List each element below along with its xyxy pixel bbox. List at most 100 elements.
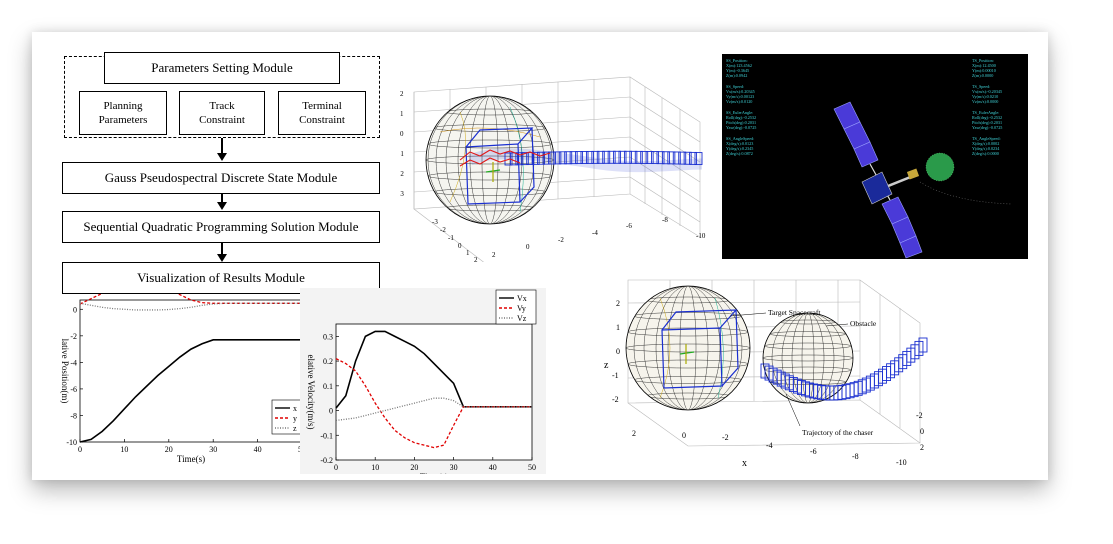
xtick-m6: -6: [626, 222, 632, 230]
x-tick-label: 40: [254, 445, 262, 454]
terminal-constraint-label-line1: Terminal: [302, 99, 342, 112]
y-tick-label: -4: [70, 358, 77, 367]
ztick-m3: -3: [400, 190, 404, 198]
ftick-2: 2: [474, 256, 478, 262]
arrow-3-head: [217, 254, 227, 262]
chaser-trajectory-tube: [467, 148, 703, 173]
x-axis-label: Time(s): [177, 454, 205, 464]
y-tick-label: 0: [329, 407, 333, 416]
zb-tick-m2: -2: [612, 395, 619, 404]
y-tick-label: -2: [70, 332, 77, 341]
ftick-m2: -2: [440, 226, 446, 234]
obstacle-sphere: [763, 313, 853, 403]
relative-velocity-chart: 0 10 20 30 40 50 0.3 0.2 0.1 0 -0.1 -0.2 Time(s) elat…: [300, 288, 546, 474]
gauss-pseudospectral-module-label: Gauss Pseudospectral Discrete State Modu…: [104, 169, 338, 185]
ztick-1: 1: [400, 110, 404, 118]
xb-tick-2: 2: [632, 429, 636, 438]
x-tick-label: 10: [371, 463, 379, 472]
arrow-1-line: [221, 138, 223, 154]
trajectory-3d-plot-top: 2 1 0 -1 -2 -3 -3 -2 -1 0 1 2 2 0 -2 -4 …: [400, 76, 706, 262]
ftick-1: 1: [466, 249, 470, 257]
y-axis-label: lative Position(m): [60, 339, 70, 404]
xtick-m8: -8: [662, 216, 668, 224]
zb-tick-1: 1: [616, 323, 620, 332]
relative-position-chart: 010203040500-2-4-6-8-10Time(s)lative Pos…: [56, 294, 306, 472]
track-constraint-label-line2: Constraint: [199, 114, 245, 126]
y-tick-label: -10: [66, 438, 77, 447]
figure-panel: Parameters Setting Module Planning Param…: [32, 32, 1048, 480]
gauss-pseudospectral-module-box: Gauss Pseudospectral Discrete State Modu…: [62, 162, 380, 194]
yb-tick-2: 2: [920, 443, 924, 452]
ztick-0: 0: [400, 130, 404, 138]
xb-tick-m6: -6: [810, 447, 817, 456]
hud-line: Z(m):0.0000: [972, 73, 993, 78]
zb-tick-2: 2: [616, 299, 620, 308]
trajectory-label: Trajectory of the chaser: [802, 428, 874, 437]
xtick-m10: -10: [696, 232, 706, 240]
xb-tick-m10: -10: [896, 458, 907, 467]
parameters-setting-module-label: Parameters Setting Module: [151, 59, 293, 75]
y-tick-label: -6: [70, 385, 77, 394]
hud-line: Yaw(deg):-0.0725: [726, 125, 756, 130]
x-tick-label: 10: [120, 445, 128, 454]
parameters-setting-module-box: Parameters Setting Module: [104, 52, 340, 84]
obstacle-label: Obstacle: [850, 319, 877, 328]
y-tick-label: 0.2: [323, 357, 333, 366]
hud-line: Yaw(deg):-0.0725: [972, 125, 1002, 130]
x-axis-label: x: [742, 458, 747, 469]
legend-label-Vz: Vz: [517, 314, 527, 323]
xb-tick-m8: -8: [852, 452, 859, 461]
x-tick-label: 0: [78, 445, 82, 454]
planning-parameters-label-line1: Planning: [103, 99, 143, 112]
ftick-m1: -1: [448, 234, 454, 242]
arrow-1-head: [217, 153, 227, 161]
xtick-m4: -4: [592, 229, 598, 237]
legend-label-Vx: Vx: [517, 294, 527, 303]
x-tick-label: 50: [528, 463, 536, 472]
x-tick-label: 30: [209, 445, 217, 454]
hud-line: Z(deg/s):0.0000: [972, 151, 999, 156]
xtick-0: 0: [526, 243, 530, 251]
hud-line: Vz(m/s):0.0000: [972, 99, 998, 104]
sqp-solution-module-label: Sequential Quadratic Programming Solutio…: [83, 218, 359, 234]
xb-tick-m2: -2: [722, 433, 729, 442]
xb-tick-0: 0: [682, 431, 686, 440]
y-tick-label: -0.2: [320, 456, 333, 465]
xtick-2: 2: [492, 251, 496, 259]
terminal-constraint-box: Terminal Constraint: [278, 91, 366, 135]
x-axis-label: Time(s): [420, 472, 448, 474]
x-tick-label: 20: [165, 445, 173, 454]
hud-line: Z(m):0.0942: [726, 73, 747, 78]
legend-label-x: x: [293, 404, 297, 413]
sqp-solution-module-box: Sequential Quadratic Programming Solutio…: [62, 211, 380, 243]
plot-area: [335, 323, 533, 461]
hud-line: Vz(m/s):0.0120: [726, 99, 752, 104]
terminal-constraint-label-line2: Constraint: [299, 114, 345, 126]
z-axis-label: z: [604, 360, 609, 371]
target-spacecraft-label: Target Spacecraft: [768, 308, 821, 317]
ztick-2: 2: [400, 90, 404, 98]
yb-tick-m2: -2: [916, 411, 923, 420]
ftick-m3: -3: [432, 218, 438, 226]
x-tick-label: 40: [489, 463, 497, 472]
y-tick-label: -8: [70, 411, 77, 420]
yb-tick-0: 0: [920, 427, 924, 436]
ztick-m2: -2: [400, 170, 404, 178]
legend-box: [495, 289, 537, 325]
track-constraint-box: Track Constraint: [179, 91, 265, 135]
x-tick-label: 0: [334, 463, 338, 472]
trajectory-3d-plot-bottom: Target Spacecraft Obstacle Trajectory of…: [604, 279, 928, 469]
simulation-3d-view: SS_Position:X(m):123.4562Y(m):-0.3645Z(m…: [722, 54, 1028, 259]
legend-label-y: y: [293, 414, 297, 423]
x-tick-label: 20: [410, 463, 418, 472]
legend-label-Vy: Vy: [517, 304, 526, 313]
planning-parameters-box: Planning Parameters: [79, 91, 167, 135]
xb-tick-m4: -4: [766, 441, 773, 450]
x-tick-label: 30: [450, 463, 458, 472]
xtick-m2: -2: [558, 236, 564, 244]
y-tick-label: 0.1: [323, 382, 333, 391]
track-constraint-label-line1: Track: [209, 99, 235, 112]
visualization-module-label: Visualization of Results Module: [137, 269, 305, 285]
ftick-0: 0: [458, 242, 462, 250]
zb-tick-0: 0: [616, 347, 620, 356]
